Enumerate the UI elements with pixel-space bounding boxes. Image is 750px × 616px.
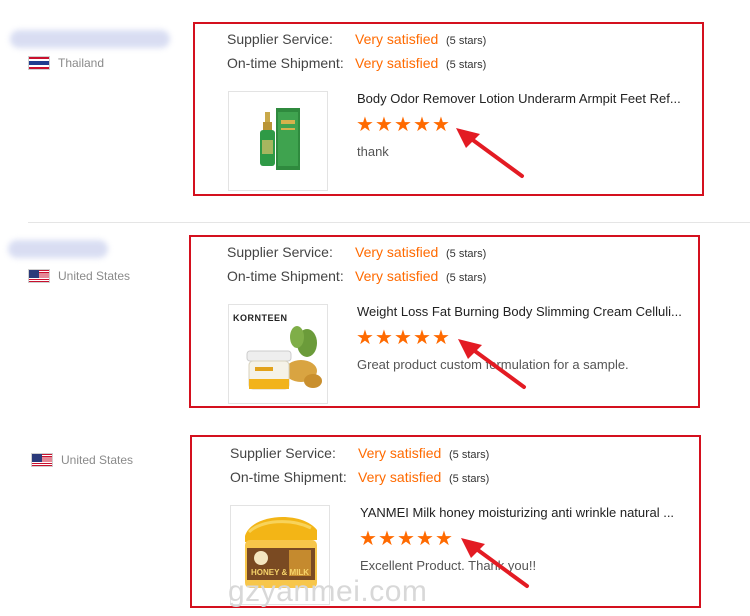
star-icon: ★ [416,528,434,550]
supplier-service-row: Supplier Service: Very satisfied (5 star… [227,244,486,260]
star-rating: ★ ★ ★ ★ ★ [356,114,451,136]
star-icon: ★ [432,327,450,349]
shipment-row: On-time Shipment: Very satisfied (5 star… [227,55,486,71]
product-thumbnail[interactable] [228,91,328,191]
watermark: gzyanmei.com [228,575,428,608]
star-icon: ★ [394,327,412,349]
buyer-country: United States [31,453,133,467]
shipment-value: Very satisfied [358,469,442,485]
red-arrow-icon [458,339,526,389]
star-rating: ★ ★ ★ ★ ★ [356,327,451,349]
serum-bottle-image [260,108,300,170]
shipment-label: On-time Shipment: [227,268,344,284]
star-icon: ★ [394,114,412,136]
shipment-row: On-time Shipment: Very satisfied (5 star… [230,469,489,485]
product-title-link[interactable]: Weight Loss Fat Burning Body Slimming Cr… [357,304,697,319]
usa-flag-icon [31,453,53,467]
supplier-service-stars-text: (5 stars) [446,35,487,47]
star-icon: ★ [378,528,396,550]
star-icon: ★ [356,114,374,136]
shipment-label: On-time Shipment: [230,469,347,485]
supplier-service-value: Very satisfied [355,31,439,47]
product-title-link[interactable]: YANMEI Milk honey moisturizing anti wrin… [360,505,700,520]
star-icon: ★ [413,114,431,136]
shipment-label: On-time Shipment: [227,55,344,71]
supplier-service-stars-text: (5 stars) [449,449,490,461]
shipment-value: Very satisfied [355,268,439,284]
product-title-link[interactable]: Body Odor Remover Lotion Underarm Armpit… [357,91,697,106]
supplier-service-row: Supplier Service: Very satisfied (5 star… [227,31,486,47]
buyer-name-blurred [10,30,170,48]
supplier-service-label: Supplier Service: [227,244,333,260]
star-icon: ★ [413,327,431,349]
buyer-country: Thailand [28,56,104,70]
shipment-stars-text: (5 stars) [446,272,487,284]
review-divider [28,222,750,223]
star-icon: ★ [432,114,450,136]
supplier-service-stars-text: (5 stars) [446,248,487,260]
thailand-flag-icon [28,56,50,70]
supplier-service-label: Supplier Service: [230,445,336,461]
supplier-service-row: Supplier Service: Very satisfied (5 star… [230,445,489,461]
buyer-name-blurred [8,240,108,258]
country-label: United States [58,269,131,283]
supplier-service-value: Very satisfied [358,445,442,461]
supplier-service-label: Supplier Service: [227,31,333,47]
brand-logo: KORNTEEN [233,313,288,323]
star-rating: ★ ★ ★ ★ ★ [359,528,454,550]
shipment-value: Very satisfied [355,55,439,71]
shipment-stars-text: (5 stars) [446,59,487,71]
shipment-row: On-time Shipment: Very satisfied (5 star… [227,268,486,284]
shipment-stars-text: (5 stars) [449,473,490,485]
supplier-service-value: Very satisfied [355,244,439,260]
red-arrow-icon [456,128,524,178]
buyer-country: United States [28,269,130,283]
star-icon: ★ [356,327,374,349]
review-comment: thank [357,144,389,159]
product-thumbnail[interactable]: KORNTEEN [228,304,328,404]
star-icon: ★ [359,528,377,550]
star-icon: ★ [435,528,453,550]
country-label: United States [61,453,134,467]
star-icon: ★ [375,327,393,349]
star-icon: ★ [375,114,393,136]
star-icon: ★ [397,528,415,550]
red-arrow-icon [461,538,529,588]
country-label: Thailand [58,56,105,70]
usa-flag-icon [28,269,50,283]
